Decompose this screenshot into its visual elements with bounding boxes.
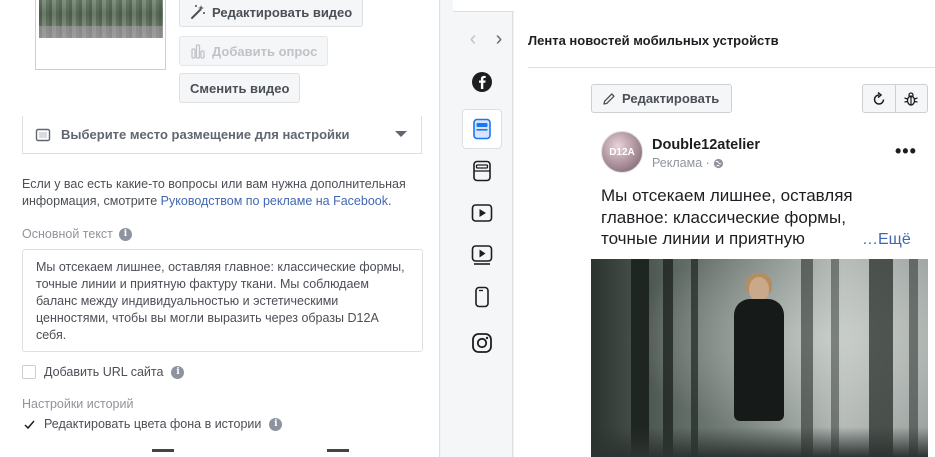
sponsored-text: Реклама · [652,156,710,170]
sponsored-label: Реклама · [652,156,724,170]
person-head [749,277,769,301]
add-poll-label: Добавить опрос [212,43,318,59]
poll-icon [191,44,205,59]
edit-video-label: Редактировать видео [212,4,353,20]
ad-video[interactable] [591,259,928,457]
placement-label: Выберите место размещение для настройки [61,127,350,142]
stories-icon[interactable] [470,285,494,309]
primary-text-label-text: Основной текст [22,227,113,241]
change-video-label: Сменить видео [190,80,290,96]
add-url-label: Добавить URL сайта [44,365,164,379]
video-ground [591,427,928,457]
post-text: Мы отсекаем лишнее, оставляя главное: кл… [601,186,853,248]
instant-video-icon[interactable] [470,201,494,225]
primary-text-field[interactable]: Мы отсекаем лишнее, оставляя главное: кл… [22,249,423,352]
chevron-down-icon [395,131,407,137]
magic-wand-icon [191,5,205,19]
stories-settings-title: Настройки историй [22,397,134,411]
in-stream-video-icon[interactable] [470,243,494,267]
instagram-icon[interactable] [470,331,494,355]
more-options-icon[interactable]: ••• [895,141,917,162]
pencil-icon [603,92,615,105]
see-more-link[interactable]: …Ещё [862,231,911,249]
avatar[interactable]: D12A [601,131,643,173]
page-name[interactable]: Double12atelier [652,137,760,153]
info-icon[interactable]: i [269,417,283,431]
divider [152,449,174,452]
feed-icon[interactable] [470,117,494,141]
divider [528,67,935,68]
person-body [734,299,784,421]
refresh-icon[interactable] [863,85,895,112]
info-icon[interactable]: i [118,227,132,241]
facebook-icon[interactable] [470,70,494,94]
preview-tools [862,84,928,113]
primary-text-label: Основной текст i [22,227,132,241]
ad-settings-panel: Редактировать видео Добавить опрос Смени… [0,0,440,457]
globe-icon [713,158,723,168]
chevron-left-icon[interactable]: ‹ [466,29,480,49]
add-url-option[interactable]: Добавить URL сайта i [22,365,185,379]
preview-title: Лента новостей мобильных устройств [528,33,779,48]
bug-icon[interactable] [894,85,928,112]
add-poll-button[interactable]: Добавить опрос [179,36,329,66]
chevron-right-icon[interactable]: › [492,29,506,49]
info-icon[interactable]: i [171,365,185,379]
placement-selector[interactable]: Выберите место размещение для настройки [22,116,422,154]
placement-icon [35,128,51,141]
help-text-end: . [387,194,392,208]
edit-preview-label: Редактировать [622,91,720,106]
video-thumbnail[interactable] [39,0,163,38]
help-text: Если у вас есть какие-то вопросы или вам… [22,176,432,210]
checkmark-icon[interactable] [22,417,36,431]
ad-guide-link[interactable]: Руководством по рекламе на Facebook [161,194,388,208]
ads-manager-editor: Редактировать видео Добавить опрос Смени… [0,0,935,457]
placement-nav: ‹ › [466,29,506,49]
edit-bg-colors-label: Редактировать цвета фона в истории [44,417,262,431]
video-thumbnail-frame [35,0,166,70]
add-url-checkbox[interactable] [22,365,36,379]
change-video-button[interactable]: Сменить видео [179,73,301,103]
edit-bg-colors-option[interactable]: Редактировать цвета фона в истории i [22,417,283,431]
divider [327,449,349,452]
placement-rail [441,0,513,457]
edit-video-button[interactable]: Редактировать видео [179,0,364,27]
edit-preview-button[interactable]: Редактировать [591,84,733,113]
right-column-icon[interactable] [470,159,494,183]
